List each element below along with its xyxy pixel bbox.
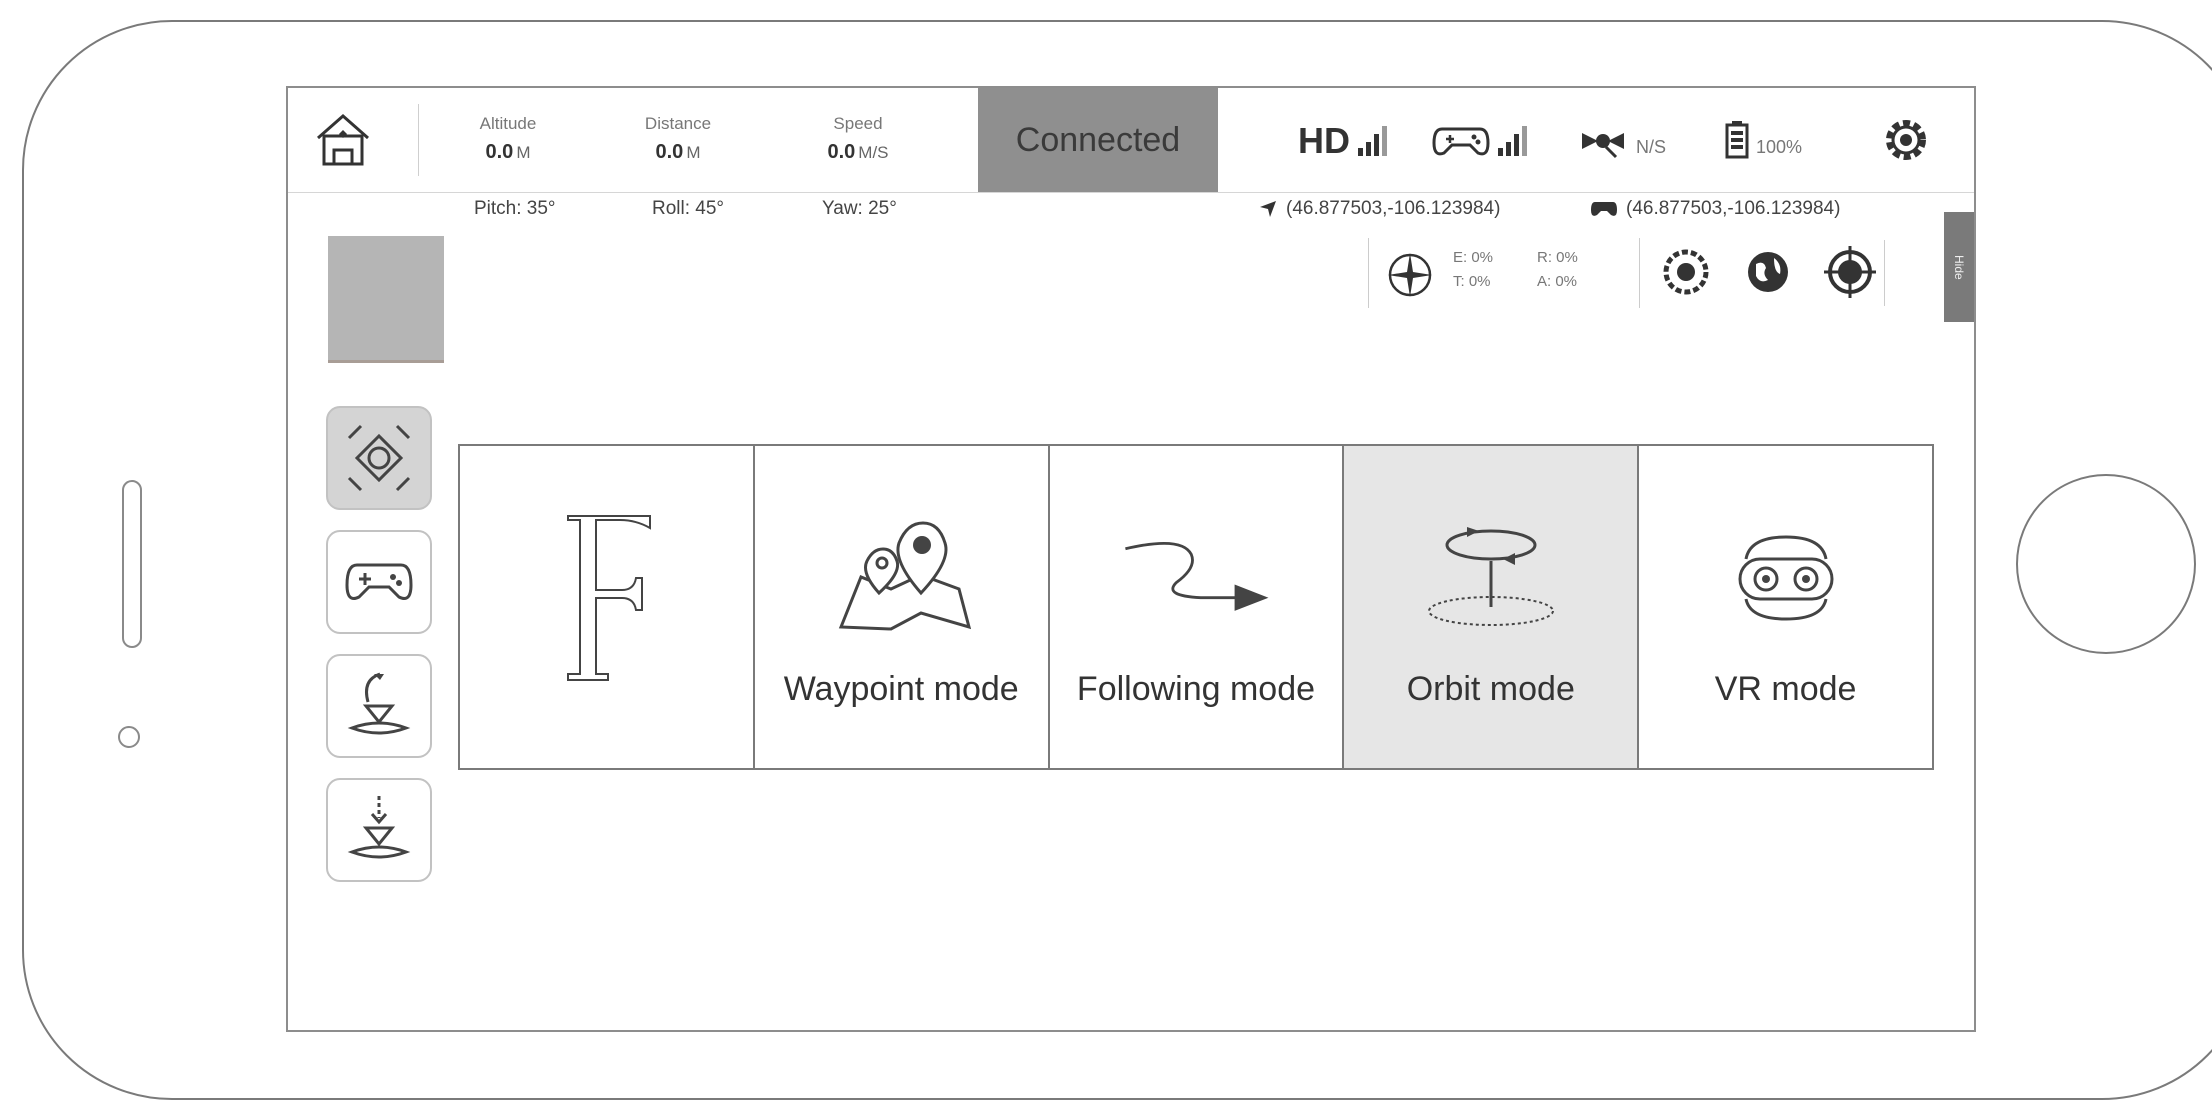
mode-label: VR mode — [1714, 670, 1857, 708]
battery-icon — [1725, 121, 1749, 159]
compass-icon — [1388, 253, 1432, 297]
altitude-readout: Altitude 0.0 M — [448, 114, 568, 165]
gear-icon[interactable] — [1878, 112, 1934, 168]
sensor-panel: E: 0% R: 0% T: 0% A: 0% — [1368, 238, 1640, 308]
hd-label: HD — [1298, 120, 1350, 161]
vr-goggles-icon — [1706, 512, 1866, 642]
speed-label: Speed — [833, 114, 883, 133]
pitch-readout: Pitch: 35° — [474, 198, 556, 219]
roll-readout: Roll: 45° — [652, 198, 725, 219]
sensor-t: T: 0% — [1453, 273, 1491, 290]
speed-readout: Speed 0.0 M/S — [798, 114, 918, 165]
distance-unit: M — [686, 143, 701, 162]
mode-free[interactable] — [460, 446, 755, 768]
record-icon[interactable] — [1658, 244, 1714, 300]
drone-mode-icon — [347, 424, 411, 492]
distance-label: Distance — [644, 114, 712, 133]
location-arrow-icon — [1260, 201, 1276, 217]
takeoff-icon — [347, 672, 411, 735]
app-screen: Altitude 0.0 M Distance 0.0 M Speed 0.0 M/S… — [286, 86, 1976, 1032]
battery-status: 100% — [1724, 118, 1802, 164]
satellite-icon — [1582, 133, 1624, 159]
sensor-r: R: 0% — [1537, 249, 1578, 266]
speed-unit: M/S — [858, 143, 889, 162]
controller-icon — [1591, 202, 1617, 216]
hide-panel-tab[interactable]: Hide — [1944, 212, 1974, 322]
controller-coordinates: (46.877503,-106.123984) — [1590, 198, 1840, 220]
phone-speaker-slot — [122, 480, 142, 648]
controller-coordinates-text: (46.877503,-106.123984) — [1626, 198, 1841, 219]
distance-value: 0.0 — [655, 141, 684, 163]
gamepad-signal-icon — [1432, 118, 1527, 164]
phone-camera-dot — [118, 726, 140, 748]
hd-signal-icon: HD — [1298, 118, 1387, 164]
sensor-e: E: 0% — [1453, 249, 1494, 266]
drone-coordinates: (46.877503,-106.123984) — [1258, 198, 1500, 220]
mode-vr[interactable]: VR mode — [1639, 446, 1932, 768]
flight-mode-selector: Waypoint mode Following mode Orbit mode … — [458, 444, 1934, 770]
battery-label: 100% — [1756, 136, 1803, 157]
sensor-a: A: 0% — [1537, 273, 1578, 290]
globe-icon[interactable] — [1740, 244, 1796, 300]
phone-home-button[interactable] — [2016, 474, 2196, 654]
home-icon[interactable] — [308, 110, 378, 170]
speed-value: 0.0 — [827, 141, 856, 163]
divider — [1884, 240, 1885, 306]
map-pin-icon — [821, 512, 981, 642]
landing-icon — [347, 796, 411, 859]
mode-label: Orbit mode — [1406, 670, 1575, 708]
mode-label: Following mode — [1076, 670, 1316, 708]
sensor-percentages: E: 0% R: 0% T: 0% A: 0% — [1453, 246, 1621, 294]
gamepad-button[interactable] — [326, 530, 432, 634]
status-bar: Altitude 0.0 M Distance 0.0 M Speed 0.0 M/S… — [288, 88, 1974, 193]
camera-preview-thumbnail[interactable] — [328, 236, 444, 363]
satellite-label: N/S — [1636, 136, 1667, 157]
altitude-value: 0.0 — [485, 141, 514, 163]
altitude-unit: M — [516, 143, 531, 162]
mode-orbit[interactable]: Orbit mode — [1344, 446, 1640, 768]
mode-waypoint[interactable]: Waypoint mode — [754, 446, 1050, 768]
drone-coordinates-text: (46.877503,-106.123984) — [1286, 198, 1501, 219]
satellite-status: N/S — [1576, 118, 1666, 164]
follow-arrow-icon — [1116, 512, 1276, 642]
mode-label: Waypoint mode — [783, 670, 1019, 708]
target-icon[interactable] — [1822, 244, 1878, 300]
gamepad-icon — [1432, 127, 1490, 156]
yaw-readout: Yaw: 25° — [822, 198, 897, 219]
landing-button[interactable] — [326, 778, 432, 882]
distance-readout: Distance 0.0 M — [618, 114, 738, 165]
mode-following[interactable]: Following mode — [1049, 446, 1345, 768]
free-mode-icon — [526, 506, 686, 686]
takeoff-button[interactable] — [326, 654, 432, 758]
divider — [418, 104, 419, 176]
gamepad-icon — [345, 563, 413, 600]
drone-mode-button[interactable] — [326, 406, 432, 510]
altitude-label: Altitude — [479, 114, 537, 133]
connection-status: Connected — [978, 88, 1218, 192]
camera-controls — [1658, 244, 1878, 300]
orbit-icon — [1411, 512, 1571, 642]
